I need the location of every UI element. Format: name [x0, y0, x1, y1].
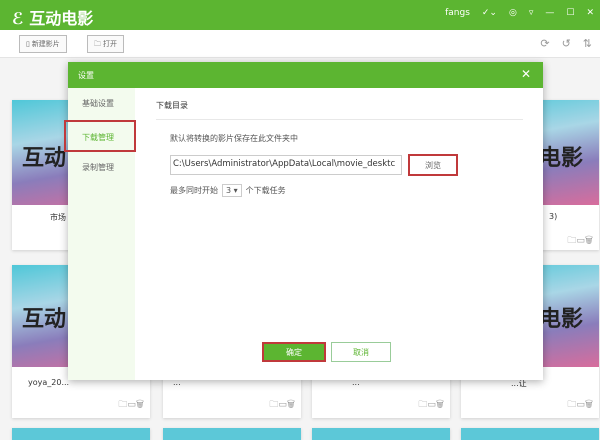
toolbar: ▯ 新建影片 🗀 打开 ⟳ ↺ ⇅	[0, 30, 600, 58]
browse-button[interactable]: 浏览	[408, 154, 458, 176]
close-button[interactable]: ✕	[586, 8, 594, 18]
maximize-button[interactable]: ☐	[566, 8, 574, 18]
settings-content: 下载目录 默认将转换的影片保存在此文件夹中 C:\Users\Administr…	[156, 88, 523, 197]
ok-button[interactable]: 确定	[262, 342, 326, 362]
help-icon[interactable]: ◎	[509, 8, 517, 18]
movie-card[interactable]	[163, 428, 301, 440]
menu-icon[interactable]: ▿	[529, 8, 534, 18]
card-actions-icons[interactable]: 🗀▭🗑	[418, 397, 444, 413]
user-name[interactable]: fangs	[445, 8, 470, 18]
dialog-close-icon[interactable]: ✕	[521, 67, 531, 81]
movie-card[interactable]	[12, 428, 150, 440]
card-actions-icons[interactable]: 🗀▭🗑	[269, 397, 295, 413]
new-movie-button[interactable]: ▯ 新建影片	[19, 35, 67, 53]
settings-nav: 基础设置 下载管理 录制管理	[64, 88, 136, 380]
nav-basic-settings[interactable]: 基础设置	[68, 88, 135, 120]
open-label: 打开	[102, 41, 117, 48]
history-icon[interactable]: ↺	[562, 37, 571, 50]
thumb-text: 电影	[539, 146, 584, 171]
card-actions-icons[interactable]: 🗀▭🗑	[118, 397, 144, 413]
title-bar: ℰ 互动电影 fangs ✓⌄ ◎ ▿ — ☐ ✕	[0, 0, 600, 30]
open-button[interactable]: 🗀 打开	[87, 35, 124, 53]
minimize-button[interactable]: —	[545, 8, 554, 18]
download-dir-description: 默认将转换的影片保存在此文件夹中	[170, 134, 298, 143]
section-title: 下载目录	[156, 88, 523, 120]
limit-suffix: 个下载任务	[245, 186, 286, 195]
thumb-text: 互动	[22, 307, 67, 332]
settings-dialog: 设置 ✕ 基础设置 下载管理 录制管理 下载目录 默认将转换的影片保存在此文件夹中…	[64, 62, 543, 380]
thumb-text: 电影	[539, 307, 584, 332]
thumb-text: 互动	[22, 146, 67, 171]
app-title: 互动电影	[29, 9, 94, 28]
dialog-header: 设置 ✕	[68, 62, 543, 88]
concurrent-downloads-select[interactable]: 3 ▾	[222, 184, 242, 197]
dialog-title: 设置	[78, 71, 94, 80]
new-movie-label: 新建影片	[31, 41, 60, 48]
card-title: 市场	[50, 213, 66, 222]
card-actions-icons[interactable]: 🗀▭🗑	[567, 233, 593, 249]
sort-icon[interactable]: ⇅	[583, 37, 592, 50]
movie-card[interactable]	[461, 428, 599, 440]
card-title: yoya_20...	[28, 378, 70, 387]
limit-prefix: 最多同时开始	[170, 186, 218, 195]
movie-card[interactable]	[312, 428, 450, 440]
refresh-icon[interactable]: ⟳	[540, 37, 549, 50]
nav-recording-management[interactable]: 录制管理	[68, 152, 135, 184]
card-title: 3)	[549, 212, 558, 221]
new-file-icon: ▯	[26, 41, 30, 48]
card-actions-icons[interactable]: 🗀▭🗑	[567, 397, 593, 413]
nav-download-management[interactable]: 下载管理	[64, 120, 136, 152]
folder-icon: 🗀	[94, 41, 101, 48]
dropdown-arrow-icon: ▾	[233, 186, 238, 195]
download-path-input[interactable]: C:\Users\Administrator\AppData\Local\mov…	[170, 155, 402, 175]
cancel-button[interactable]: 取消	[331, 342, 391, 362]
user-menu-icon[interactable]: ✓⌄	[482, 8, 497, 18]
select-value: 3	[226, 186, 232, 195]
logo-icon: ℰ	[12, 9, 24, 28]
app-logo: ℰ 互动电影	[12, 5, 93, 29]
